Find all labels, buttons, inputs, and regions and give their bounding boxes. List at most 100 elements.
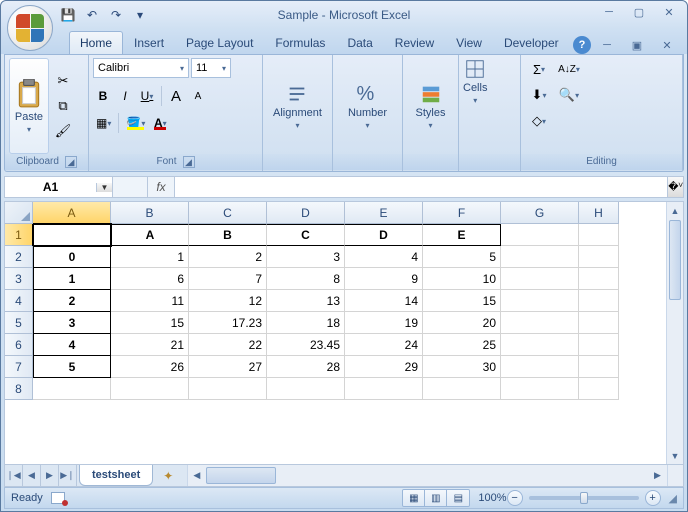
cell-D5[interactable]: 18 (267, 312, 345, 334)
cell-H5[interactable] (579, 312, 619, 334)
zoom-percent[interactable]: 100% (478, 492, 506, 504)
clipboard-launcher[interactable]: ◢ (65, 156, 77, 168)
cell-C8[interactable] (189, 378, 267, 400)
paste-button[interactable]: Paste ▾ (9, 58, 49, 154)
alignment-button[interactable]: Alignment▾ (273, 83, 322, 130)
cell-F3[interactable]: 10 (423, 268, 501, 290)
tab-view[interactable]: View (445, 31, 493, 54)
cell-H8[interactable] (579, 378, 619, 400)
cell-G8[interactable] (501, 378, 579, 400)
cell-A6[interactable]: 4 (33, 334, 111, 356)
sort-filter-button[interactable]: A↓Z▾ (555, 58, 583, 80)
scroll-down-icon[interactable]: ▼ (667, 447, 683, 464)
horizontal-scrollbar[interactable]: ◀ ▶ (187, 465, 683, 486)
cell-E4[interactable]: 14 (345, 290, 423, 312)
cell-H7[interactable] (579, 356, 619, 378)
hscroll-thumb[interactable] (206, 467, 276, 484)
font-name-selector[interactable]: Calibri▾ (93, 58, 189, 78)
scroll-left-icon[interactable]: ◀ (188, 465, 205, 486)
cell-C7[interactable]: 27 (189, 356, 267, 378)
font-color-button[interactable]: A▾ (150, 113, 170, 133)
cell-H3[interactable] (579, 268, 619, 290)
cell-A1[interactable] (33, 224, 111, 246)
sheet-nav-next[interactable]: ▶ (41, 465, 59, 486)
styles-button[interactable]: Styles▾ (416, 83, 446, 130)
cell-G4[interactable] (501, 290, 579, 312)
cell-B3[interactable]: 6 (111, 268, 189, 290)
macro-record-icon[interactable] (51, 492, 65, 504)
scroll-right-icon[interactable]: ▶ (649, 465, 666, 486)
cell-H1[interactable] (579, 224, 619, 246)
cell-A3[interactable]: 1 (33, 268, 111, 290)
cell-H2[interactable] (579, 246, 619, 268)
cell-F4[interactable]: 15 (423, 290, 501, 312)
cell-G2[interactable] (501, 246, 579, 268)
cell-D7[interactable]: 28 (267, 356, 345, 378)
qat-redo[interactable]: ↷ (107, 6, 125, 24)
cell-G6[interactable] (501, 334, 579, 356)
sheet-nav-last[interactable]: ▶❘ (59, 465, 77, 486)
cut-button[interactable]: ✂ (53, 70, 73, 92)
col-header-F[interactable]: F (423, 202, 501, 224)
qat-customize[interactable]: ▾ (131, 6, 149, 24)
help-button[interactable]: ? (573, 36, 591, 54)
copy-button[interactable]: ⧉ (53, 95, 73, 117)
cells-button[interactable]: Cells▾ (463, 58, 487, 154)
cell-E7[interactable]: 29 (345, 356, 423, 378)
cell-B8[interactable] (111, 378, 189, 400)
col-header-B[interactable]: B (111, 202, 189, 224)
view-page-layout[interactable]: ▥ (425, 490, 447, 506)
tab-home[interactable]: Home (69, 31, 123, 54)
chevron-down-icon[interactable]: ▼ (96, 183, 112, 192)
zoom-slider[interactable] (529, 496, 639, 500)
scroll-up-icon[interactable]: ▲ (667, 202, 683, 219)
cell-D2[interactable]: 3 (267, 246, 345, 268)
row-header-2[interactable]: 2 (5, 246, 33, 268)
cell-E1[interactable]: D (345, 224, 423, 246)
cell-A2[interactable]: 0 (33, 246, 111, 268)
borders-button[interactable]: ▦▾ (93, 113, 114, 133)
cell-E5[interactable]: 19 (345, 312, 423, 334)
grow-font-button[interactable]: A (166, 86, 186, 106)
font-launcher[interactable]: ◢ (183, 156, 195, 168)
mdi-close[interactable]: ✕ (653, 36, 681, 54)
row-header-4[interactable]: 4 (5, 290, 33, 312)
row-header-5[interactable]: 5 (5, 312, 33, 334)
sheet-nav-prev[interactable]: ◀ (23, 465, 41, 486)
cell-E6[interactable]: 24 (345, 334, 423, 356)
name-box[interactable]: A1 ▼ (5, 177, 113, 197)
tab-insert[interactable]: Insert (123, 31, 175, 54)
cell-D6[interactable]: 23.45 (267, 334, 345, 356)
col-header-G[interactable]: G (501, 202, 579, 224)
zoom-out-button[interactable]: − (507, 490, 523, 506)
hscroll-split[interactable] (667, 465, 683, 486)
col-header-A[interactable]: A (33, 202, 111, 224)
minimize-button[interactable]: ─ (595, 3, 623, 21)
expand-formula-bar[interactable]: �ⱽ (667, 177, 683, 197)
cell-H6[interactable] (579, 334, 619, 356)
cell-C1[interactable]: B (189, 224, 267, 246)
bold-button[interactable]: B (93, 86, 113, 106)
col-header-E[interactable]: E (345, 202, 423, 224)
cell-G3[interactable] (501, 268, 579, 290)
find-select-button[interactable]: 🔍▾ (555, 84, 583, 106)
cell-B4[interactable]: 11 (111, 290, 189, 312)
shrink-font-button[interactable]: A (188, 86, 208, 106)
cell-A4[interactable]: 2 (33, 290, 111, 312)
cell-F2[interactable]: 5 (423, 246, 501, 268)
cell-B1[interactable]: A (111, 224, 189, 246)
zoom-in-button[interactable]: + (645, 490, 661, 506)
fill-button[interactable]: ⬇▾ (525, 84, 553, 106)
fill-color-button[interactable]: 🪣▾ (123, 113, 148, 133)
cell-D4[interactable]: 13 (267, 290, 345, 312)
cell-E2[interactable]: 4 (345, 246, 423, 268)
cell-D3[interactable]: 8 (267, 268, 345, 290)
qat-undo[interactable]: ↶ (83, 6, 101, 24)
sheet-nav-first[interactable]: ❘◀ (5, 465, 23, 486)
cell-B5[interactable]: 15 (111, 312, 189, 334)
cell-E8[interactable] (345, 378, 423, 400)
cell-A8[interactable] (33, 378, 111, 400)
resize-grip-icon[interactable]: ◢ (669, 492, 677, 505)
format-painter-button[interactable]: 🖌 (53, 120, 73, 142)
ribbon-minimize[interactable]: ─ (593, 36, 621, 54)
